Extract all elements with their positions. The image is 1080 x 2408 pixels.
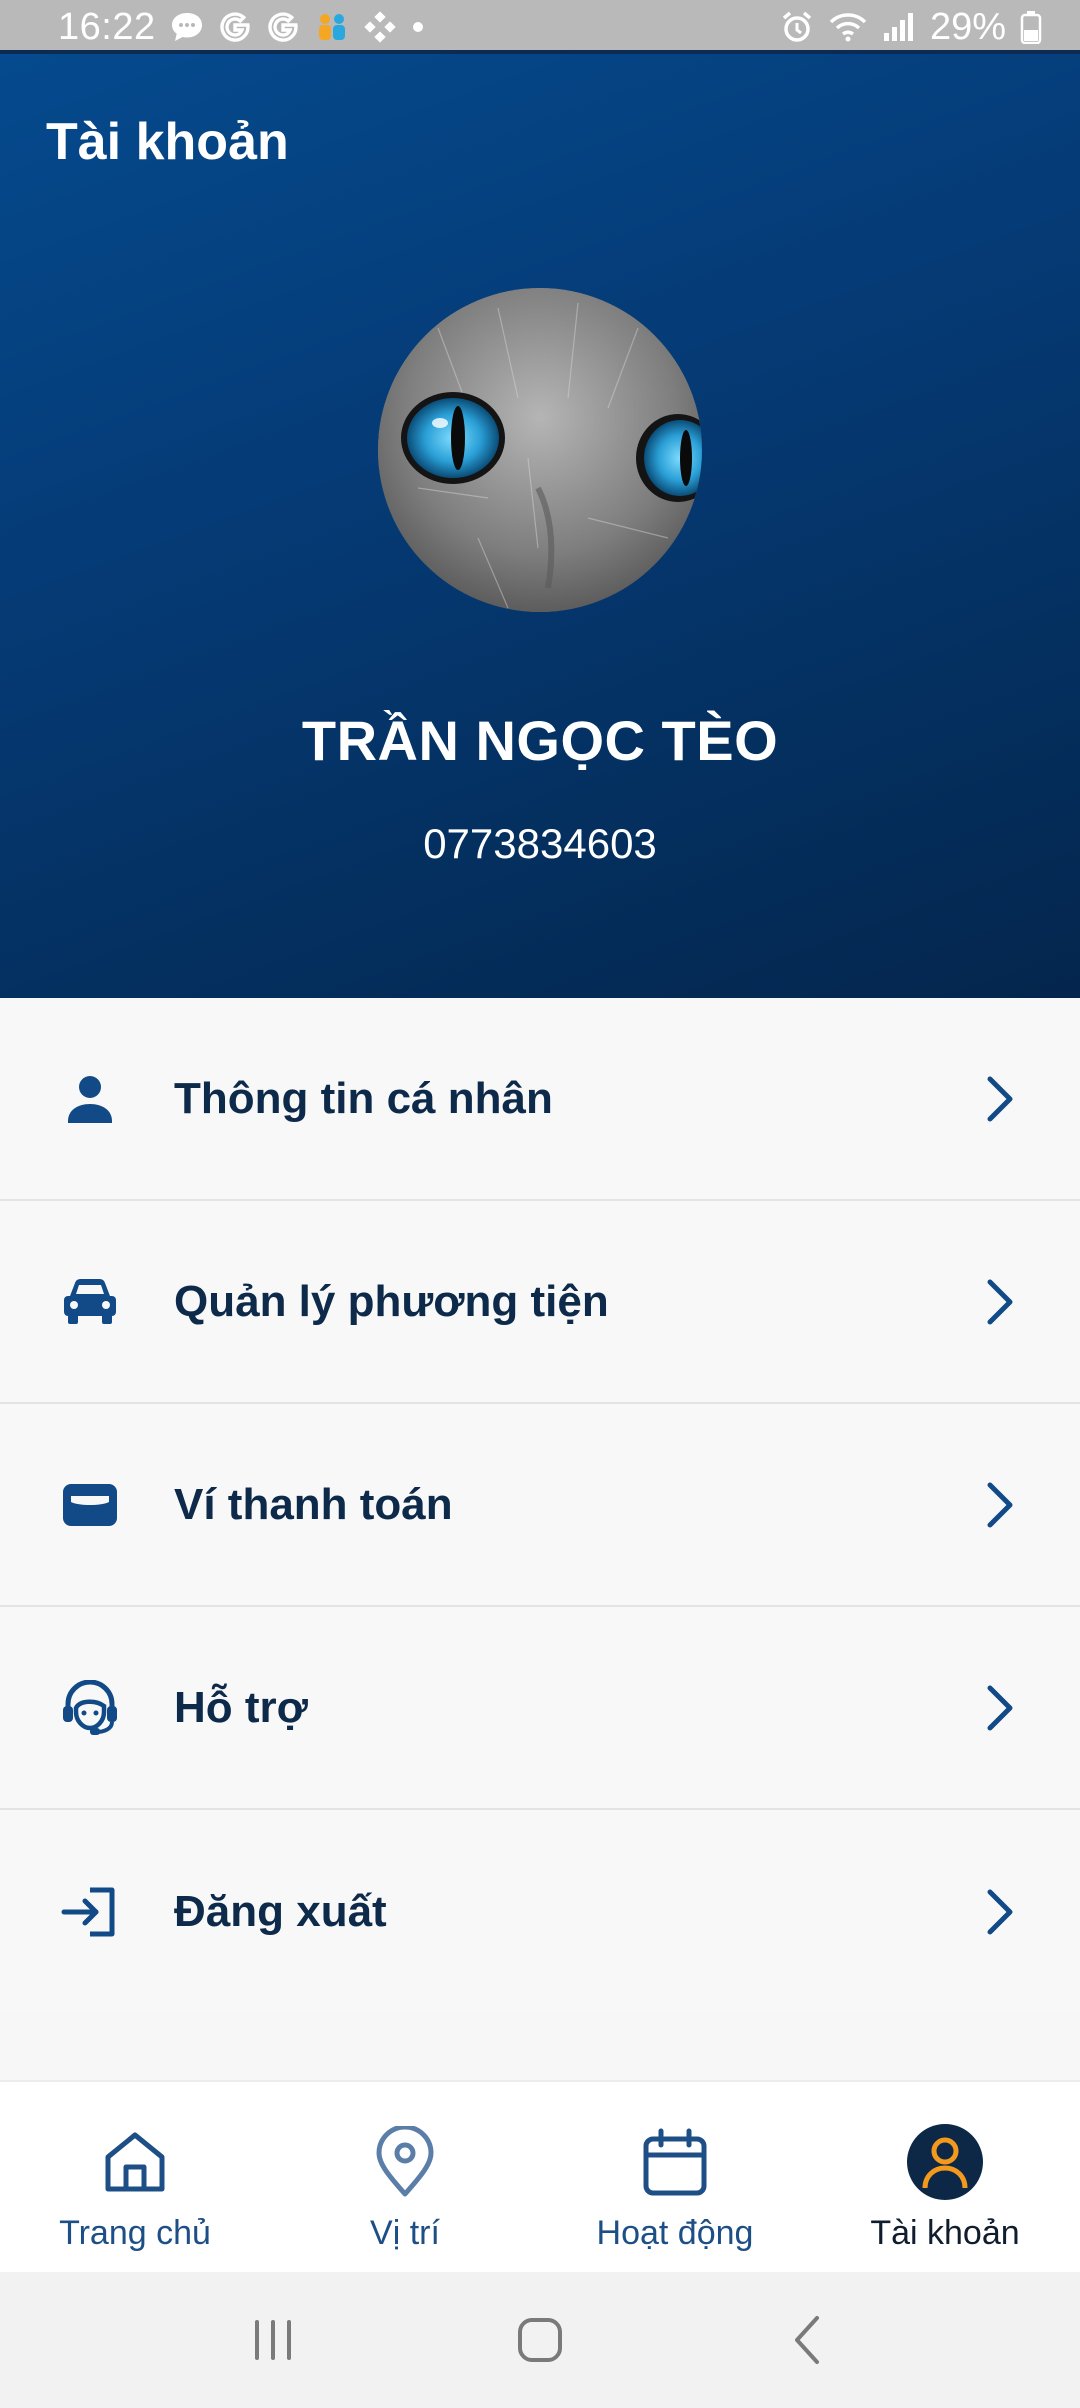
status-time: 16:22 xyxy=(58,5,156,48)
bottom-nav: Trang chủ Vị trí Hoạt động Tài khoản xyxy=(0,2080,1080,2272)
account-menu: Thông tin cá nhân Quản lý phương tiện Ví… xyxy=(0,998,1080,2013)
people-icon xyxy=(314,12,350,42)
home-icon xyxy=(95,2122,175,2202)
chat-bubble-icon xyxy=(170,11,204,43)
home-button-icon[interactable] xyxy=(500,2300,580,2380)
user-name: TRẦN NGỌC TÈO xyxy=(301,709,779,772)
recent-apps-icon[interactable] xyxy=(233,2300,313,2380)
nav-label: Tài khoản xyxy=(870,2214,1020,2252)
google-icon xyxy=(218,10,252,44)
account-icon xyxy=(905,2122,985,2202)
calendar-icon xyxy=(635,2122,715,2202)
menu-item-personal-info[interactable]: Thông tin cá nhân xyxy=(0,998,1080,1201)
menu-item-payment-wallet[interactable]: Ví thanh toán xyxy=(0,1404,1080,1607)
status-bar: 16:22 29% xyxy=(0,0,1080,54)
wifi-icon xyxy=(828,11,868,43)
signal-icon xyxy=(882,11,916,43)
status-right: 29% xyxy=(780,6,1042,49)
status-left: 16:22 xyxy=(58,6,426,49)
system-nav xyxy=(0,2272,1080,2408)
logout-icon xyxy=(58,1880,122,1944)
chevron-right-icon xyxy=(982,1276,1018,1328)
dots-icon xyxy=(363,11,396,43)
nav-item-account[interactable]: Tài khoản xyxy=(810,2082,1080,2272)
location-pin-icon xyxy=(365,2122,445,2202)
nav-label: Trang chủ xyxy=(59,2214,211,2252)
battery-percent: 29% xyxy=(929,5,1006,48)
user-phone: 0773834603 xyxy=(423,820,657,867)
nav-label: Vị trí xyxy=(370,2214,440,2252)
chevron-right-icon xyxy=(982,1886,1018,1938)
menu-item-label: Quản lý phương tiện xyxy=(174,1276,609,1326)
wallet-icon xyxy=(58,1473,122,1537)
google-icon xyxy=(266,10,300,44)
menu-item-logout[interactable]: Đăng xuất xyxy=(0,1810,1080,2013)
back-icon[interactable] xyxy=(767,2300,847,2380)
alarm-icon xyxy=(780,10,814,44)
battery-icon xyxy=(1020,10,1042,44)
page-title: Tài khoản xyxy=(46,113,289,171)
menu-item-support[interactable]: Hỗ trợ xyxy=(0,1607,1080,1810)
chevron-right-icon xyxy=(982,1479,1018,1531)
menu-item-label: Đăng xuất xyxy=(174,1886,387,1936)
car-icon xyxy=(58,1270,122,1334)
chevron-right-icon xyxy=(982,1073,1018,1125)
profile-header: Tài khoản TRẦN NGỌC TÈO 0773834603 xyxy=(0,54,1080,998)
dot-icon xyxy=(410,19,426,35)
nav-item-activity[interactable]: Hoạt động xyxy=(540,2082,810,2272)
nav-item-location[interactable]: Vị trí xyxy=(270,2082,540,2272)
account-screen: 16:22 29% Tài khoản TRẦN NGỌC TÈO 077383… xyxy=(0,0,1080,2408)
menu-item-label: Thông tin cá nhân xyxy=(174,1073,553,1123)
menu-item-vehicle-management[interactable]: Quản lý phương tiện xyxy=(0,1201,1080,1404)
nav-item-home[interactable]: Trang chủ xyxy=(0,2082,270,2272)
nav-label: Hoạt động xyxy=(596,2214,754,2252)
support-agent-icon xyxy=(58,1676,122,1740)
person-icon xyxy=(58,1067,122,1131)
menu-item-label: Ví thanh toán xyxy=(174,1479,453,1529)
account-avatar xyxy=(907,2124,983,2200)
chevron-right-icon xyxy=(982,1682,1018,1734)
avatar[interactable] xyxy=(378,288,702,612)
menu-item-label: Hỗ trợ xyxy=(174,1682,308,1732)
avatar-photo xyxy=(378,288,702,612)
